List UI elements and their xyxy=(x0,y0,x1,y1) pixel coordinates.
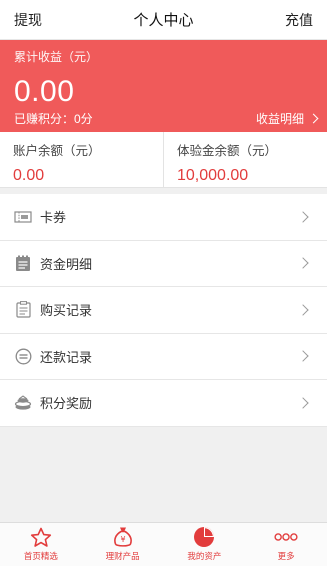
menu-item-coupons[interactable]: 卡券 xyxy=(0,194,327,241)
earnings-detail-label: 收益明细 xyxy=(255,112,304,126)
account-balance: 账户余额（元） 0.00 xyxy=(0,132,163,187)
page-title: 个人中心 xyxy=(133,12,194,29)
account-balance-label: 账户余额（元） xyxy=(13,144,101,158)
menu-list: 卡券 资金明细 购买记录 还款记录 积分奖励 xyxy=(0,194,327,427)
menu-item-label: 积分奖励 xyxy=(40,396,93,412)
fund-detail-icon xyxy=(14,254,32,272)
points-earned: 已赚积分：0分 xyxy=(14,112,93,126)
more-dots-icon xyxy=(274,526,298,548)
pie-chart-icon xyxy=(192,526,216,548)
chevron-right-icon xyxy=(297,211,309,223)
tab-label: 理财产品 xyxy=(105,551,140,561)
tab-label: 更多 xyxy=(277,551,295,561)
chevron-right-icon xyxy=(297,304,309,316)
menu-item-label: 卡券 xyxy=(40,210,67,226)
menu-item-label: 购买记录 xyxy=(40,303,93,319)
top-bar: 提现 个人中心 充值 xyxy=(0,0,327,40)
tab-products[interactable]: ¥ 理财产品 xyxy=(82,523,164,566)
trial-fund-balance-label: 体验金余额（元） xyxy=(177,144,278,158)
svg-text:¥: ¥ xyxy=(120,535,125,544)
tab-more[interactable]: 更多 xyxy=(245,523,327,566)
chevron-right-icon xyxy=(297,257,309,269)
menu-item-purchase-records[interactable]: 购买记录 xyxy=(0,287,327,334)
menu-item-repayment-records[interactable]: 还款记录 xyxy=(0,334,327,380)
earnings-panel: 累计收益（元） 0.00 已赚积分：0分 收益明细 xyxy=(0,40,327,132)
repayment-record-icon xyxy=(14,347,32,365)
earnings-label: 累计收益（元） xyxy=(14,50,99,64)
tab-home-picks[interactable]: 首页精选 xyxy=(0,523,82,566)
trial-fund-balance: 体验金余额（元） 10,000.00 xyxy=(163,132,327,187)
tab-label: 我的资产 xyxy=(187,551,222,561)
money-bag-icon: ¥ xyxy=(111,526,135,548)
recharge-button[interactable]: 充值 xyxy=(285,10,313,30)
earnings-detail-link[interactable]: 收益明细 xyxy=(255,110,319,127)
coupon-icon xyxy=(14,208,32,226)
star-icon xyxy=(29,526,53,548)
menu-item-points-rewards[interactable]: 积分奖励 xyxy=(0,380,327,427)
menu-item-label: 资金明细 xyxy=(40,256,93,272)
menu-item-fund-details[interactable]: 资金明细 xyxy=(0,241,327,287)
withdraw-button[interactable]: 提现 xyxy=(14,10,42,30)
points-reward-icon xyxy=(14,394,32,412)
purchase-record-icon xyxy=(14,301,32,319)
menu-item-label: 还款记录 xyxy=(40,349,93,365)
chevron-right-icon xyxy=(297,397,309,409)
bottom-tab-bar: 首页精选 ¥ 理财产品 我的资产 更多 xyxy=(0,522,327,566)
account-balance-value: 0.00 xyxy=(13,167,45,184)
tab-label: 首页精选 xyxy=(23,551,58,561)
balance-row: 账户余额（元） 0.00 体验金余额（元） 10,000.00 xyxy=(0,132,327,188)
tab-my-assets[interactable]: 我的资产 xyxy=(164,523,246,566)
trial-fund-balance-value: 10,000.00 xyxy=(177,167,249,184)
chevron-right-icon xyxy=(308,113,319,124)
earnings-amount: 0.00 xyxy=(14,75,75,108)
chevron-right-icon xyxy=(297,350,309,362)
